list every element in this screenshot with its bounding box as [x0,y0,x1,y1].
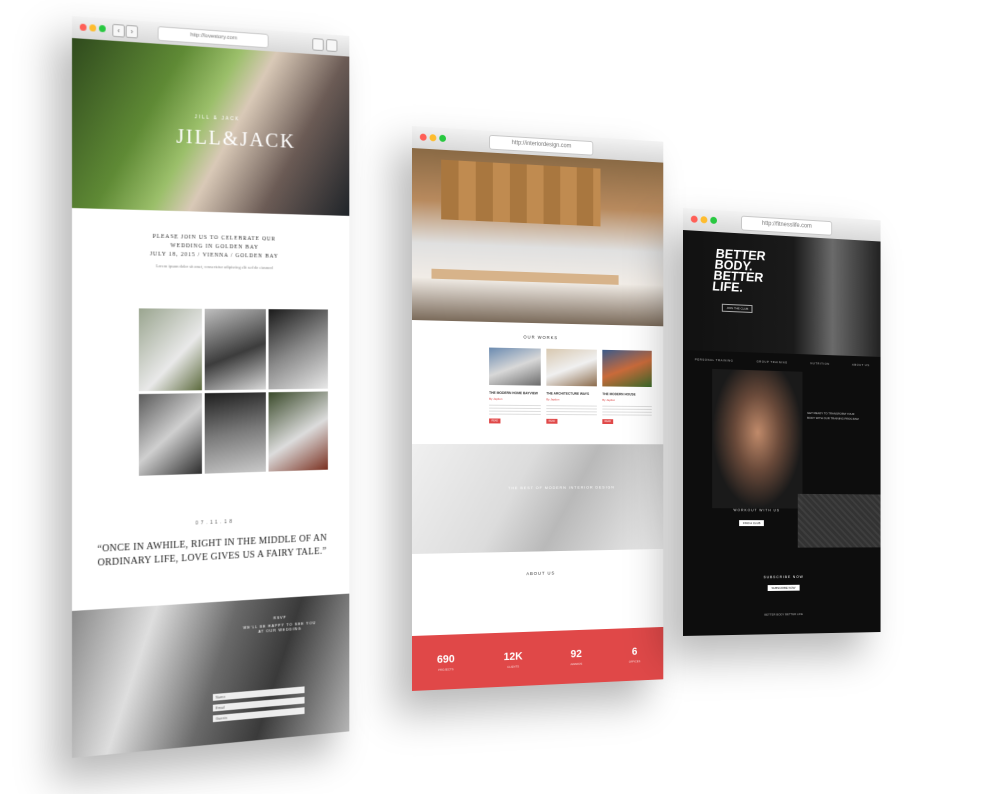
maximize-window-icon[interactable] [439,134,447,143]
location-map[interactable] [797,493,881,548]
stat-item: 690 PROJECTS [437,653,455,672]
find-club-button[interactable]: FIND A CLUB [739,520,765,527]
stat-item: 92 AWARDS [570,648,582,666]
wood-cabinets [441,159,601,227]
project-description [489,404,541,415]
banner-caption: THE BEST OF MODERN INTERIOR DESIGN [508,484,615,491]
hero-image: JILL & JACK JILL&JACK [72,38,350,216]
stat-value: 6 [631,645,638,658]
gallery-photo[interactable] [204,308,266,390]
project-cards: THE MODERN HOME BAYVIEW By Jaydon READ T… [489,347,654,425]
rsvp-text: WE'LL BE HAPPY TO SEE YOU AT OUR WEDDING [243,620,317,634]
project-title: THE ARCHITECTURE WAYS [546,391,590,396]
fitness-template-window: http://fitnesslife.com BETTER BODY. BETT… [683,208,881,636]
rsvp-section: RSVP WE'LL BE HAPPY TO SEE YOU AT OUR WE… [72,593,350,758]
footer-text: BETTER BODY BETTER LIFE [764,612,803,617]
fitness-hero: BETTER BODY. BETTER LIFE. JOIN THE CLUB [683,230,881,357]
project-meta: By Jaydon [489,396,503,401]
stat-item: 12K CLIENTS [504,650,523,668]
tabs-icon[interactable] [326,39,338,53]
stat-label: AWARDS [570,661,583,666]
nav-item[interactable]: PERSONAL TRAINING [695,357,734,362]
gallery-photo[interactable] [268,309,328,389]
kitchen-hero-image [412,148,664,327]
hero-headline: BETTER BODY. BETTER LIFE. [712,246,767,295]
project-card[interactable]: THE ARCHITECTURE WAYS By Jaydon READ [546,348,597,424]
stat-item: 6 OFFICES [628,645,641,664]
close-window-icon[interactable] [690,215,698,223]
project-title: THE MODERN HOUSE [602,392,636,397]
back-icon[interactable]: ‹ [112,23,125,38]
section-title: OUR WORKS [523,334,559,341]
stat-label: OFFICES [628,658,641,664]
nav-item[interactable]: GROUP TRAINING [756,359,787,364]
athlete-photo [712,368,803,509]
nav-item[interactable]: NUTRITION [810,361,829,366]
stat-value: 12K [503,650,523,663]
minimize-window-icon[interactable] [700,216,708,224]
hero-subtitle: JILL & JACK [194,114,241,123]
gallery-photo[interactable] [268,390,328,472]
address-bar[interactable]: http://fitnesslife.com [741,215,833,236]
project-title: THE MODERN HOME BAYVIEW [489,390,538,396]
maximize-window-icon[interactable] [99,24,106,33]
project-description [602,405,652,416]
project-card[interactable]: THE MODERN HOME BAYVIEW By Jaydon READ [489,347,541,424]
stat-value: 92 [570,647,582,660]
stat-label: PROJECTS [438,666,454,672]
project-image [546,348,597,387]
side-text: GET READY TO TRANSFORM YOUR BODY WITH OU… [807,410,859,421]
project-image [489,347,541,386]
invitation-text: PLEASE JOIN US TO CELEBRATE OUR WEDDING … [72,231,349,263]
close-window-icon[interactable] [79,23,87,31]
nav-item[interactable]: ABOUT US [852,363,870,367]
interior-template-window: http://interiordesign.com OUR WORKS THE … [412,126,664,691]
forward-icon[interactable]: › [125,24,138,39]
gallery-photo[interactable] [204,391,266,474]
maximize-window-icon[interactable] [710,216,718,225]
about-title: ABOUT US [526,570,556,577]
invitation-small: Lorem ipsum dolor sit amet, consectetur … [156,263,273,271]
read-button[interactable]: READ [489,418,501,424]
minimize-window-icon[interactable] [89,24,97,32]
project-meta: By Jaydon [546,397,560,402]
project-image [602,349,652,388]
subscribe-title: SUBSCRIBE NOW [763,574,804,580]
stat-label: CLIENTS [507,663,520,669]
join-button[interactable]: JOIN THE CLUB [721,303,753,313]
wedding-template-window: ‹ › http://lovestory.com JILL & JACK JIL… [72,16,350,758]
project-description [546,405,597,416]
stats-bar: 690 PROJECTS 12K CLIENTS 92 AWARDS 6 OFF… [412,626,664,691]
stat-value: 690 [436,652,455,666]
share-icon[interactable] [312,38,324,52]
read-button[interactable]: READ [546,418,558,424]
subscribe-button[interactable]: SUBSCRIBE NOW [767,584,800,592]
minimize-window-icon[interactable] [429,134,437,142]
read-button[interactable]: READ [602,419,614,425]
love-quote: “ONCE IN AWHILE, RIGHT IN THE MIDDLE OF … [97,532,327,569]
gallery-photo[interactable] [138,392,202,476]
fireplace-banner: THE BEST OF MODERN INTERIOR DESIGN [412,444,664,554]
hero-title: JILL&JACK [176,123,296,153]
kitchen-counter [431,268,619,285]
about-title: WORKOUT WITH US [733,508,780,513]
project-meta: By Jaydon [602,397,616,402]
project-card[interactable]: THE MODERN HOUSE By Jaydon READ [602,349,652,425]
date-label: 07.11.18 [195,518,235,527]
gallery-photo[interactable] [138,308,202,391]
close-window-icon[interactable] [419,133,427,141]
photo-gallery [138,308,328,476]
